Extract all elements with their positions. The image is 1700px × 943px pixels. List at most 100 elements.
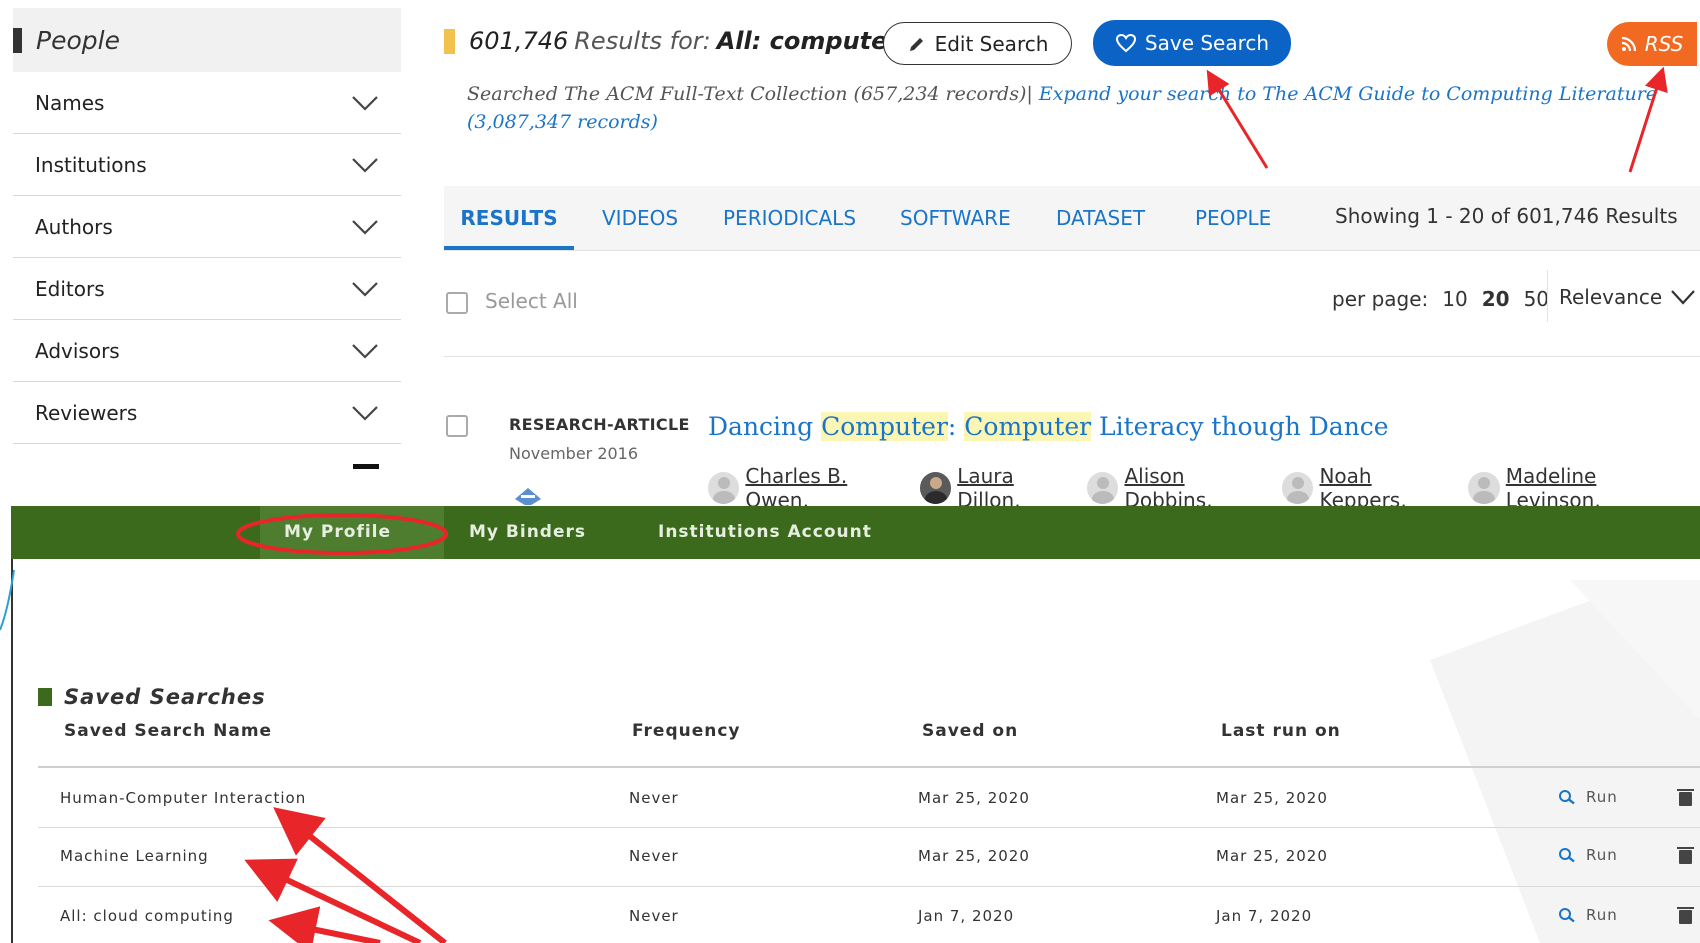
select-all-checkbox[interactable] (446, 292, 468, 314)
table-header-divider (38, 766, 1700, 768)
search-query: All: computer (716, 27, 900, 55)
saved-search-name[interactable]: Human-Computer Interaction (60, 789, 306, 807)
avatar (1468, 472, 1500, 504)
sidebar-item-label: Names (35, 90, 105, 115)
author-item[interactable]: Madeline Levinson, (1468, 464, 1694, 512)
tab-people[interactable]: PEOPLE (1195, 186, 1271, 250)
people-sidebar: People Names Institutions Authors Editor… (13, 8, 401, 474)
list-divider (444, 356, 1700, 357)
run-label: Run (1586, 846, 1618, 864)
tab-videos[interactable]: VIDEOS (602, 186, 678, 250)
select-all-label[interactable]: Select All (485, 289, 578, 313)
saved-searches-heading: Saved Searches (38, 685, 266, 709)
per-page-option-50[interactable]: 50 (1524, 287, 1549, 311)
article-checkbox[interactable] (446, 415, 468, 437)
saved-searches-title: Saved Searches (64, 685, 266, 709)
title-highlight: Computer (821, 412, 948, 441)
edit-search-button[interactable]: Edit Search (883, 22, 1072, 65)
chevron-down-icon (352, 157, 378, 173)
nav-my-profile[interactable]: My Profile (284, 522, 391, 542)
author-item[interactable]: Laura Dillon, (919, 464, 1081, 512)
author-name: Madeline Levinson, (1505, 464, 1601, 512)
sidebar-item-label: Authors (35, 214, 113, 239)
showing-count: Showing 1 - 20 of 601,746 Results (1335, 204, 1678, 228)
col-header-saved-on: Saved on (922, 721, 1019, 741)
search-icon (1559, 908, 1575, 923)
saved-search-frequency: Never (629, 789, 679, 807)
title-highlight: Computer (964, 412, 1092, 441)
saved-search-saved-on: Jan 7, 2020 (918, 907, 1015, 925)
sidebar-item-label: Advisors (35, 338, 120, 363)
avatar (919, 472, 952, 504)
chevron-down-icon (352, 95, 378, 111)
author-name: Noah Keppers, (1319, 464, 1407, 512)
sidebar-heading-label: People (36, 25, 120, 55)
sidebar-item-institutions[interactable]: Institutions (13, 134, 401, 196)
nav-my-binders[interactable]: My Binders (469, 522, 586, 542)
author-item[interactable]: Noah Keppers, (1282, 464, 1462, 512)
trash-icon[interactable] (1677, 789, 1694, 806)
summary-accent-bar (444, 28, 455, 54)
saved-search-name[interactable]: Machine Learning (60, 847, 209, 865)
search-icon (1559, 790, 1575, 805)
col-header-last-run: Last run on (1221, 721, 1341, 741)
rss-label: RSS (1644, 32, 1684, 56)
saved-search-saved-on: Mar 25, 2020 (918, 847, 1030, 865)
saved-search-frequency: Never (629, 907, 679, 925)
searched-prefix: Searched The ACM Full-Text Collection (6… (467, 83, 1033, 105)
per-page-option-10[interactable]: 10 (1442, 287, 1467, 311)
sidebar-item-names[interactable]: Names (13, 72, 401, 134)
author-list: Charles B. Owen, Laura Dillon, Alison Do… (708, 464, 1700, 512)
tab-results[interactable]: RESULTS (444, 186, 574, 250)
avatar (1282, 472, 1314, 504)
author-item[interactable]: Charles B. Owen, (708, 464, 914, 512)
chevron-down-icon (352, 281, 378, 297)
searched-collection-note: Searched The ACM Full-Text Collection (6… (467, 80, 1667, 136)
author-name: Charles B. Owen, (745, 464, 848, 512)
sidebar-item-advisors[interactable]: Advisors (13, 320, 401, 382)
rss-button[interactable]: RSS (1607, 22, 1697, 66)
collapse-handle[interactable] (353, 464, 379, 469)
sidebar-item-authors[interactable]: Authors (13, 196, 401, 258)
results-for-label: Results for: (574, 27, 711, 55)
avatar (708, 472, 740, 504)
saved-search-name[interactable]: All: cloud computing (60, 907, 234, 925)
open-access-icon (515, 488, 541, 505)
save-search-button[interactable]: Save Search (1093, 20, 1291, 66)
sort-divider (1547, 270, 1548, 322)
trash-icon[interactable] (1677, 847, 1694, 864)
per-page-control: per page: 10 20 50 (1332, 287, 1549, 311)
tab-periodicals[interactable]: PERIODICALS (723, 186, 856, 250)
rss-icon (1621, 36, 1636, 52)
per-page-label: per page: (1332, 287, 1429, 311)
per-page-option-20[interactable]: 20 (1482, 287, 1510, 311)
search-icon (1559, 848, 1575, 863)
run-label: Run (1586, 906, 1618, 924)
trash-icon[interactable] (1677, 907, 1694, 924)
sidebar-item-label: Reviewers (35, 400, 138, 425)
article-title-link[interactable]: Dancing Computer: Computer Literacy thou… (708, 412, 1389, 441)
heading-marker (38, 688, 52, 706)
author-name: Alison Dobbins, (1124, 464, 1213, 512)
run-button[interactable]: Run (1558, 906, 1618, 924)
title-part: : (947, 412, 965, 441)
tab-software[interactable]: SOFTWARE (900, 186, 1011, 250)
title-part: Literacy though Dance (1091, 412, 1389, 441)
author-item[interactable]: Alison Dobbins, (1087, 464, 1276, 512)
edit-search-label: Edit Search (934, 31, 1049, 56)
run-button[interactable]: Run (1558, 846, 1618, 864)
sort-dropdown[interactable]: Relevance (1559, 285, 1696, 309)
pencil-icon (909, 37, 923, 51)
sidebar-tail (13, 444, 401, 472)
tab-dataset[interactable]: DATASET (1056, 186, 1145, 250)
sidebar-item-editors[interactable]: Editors (13, 258, 401, 320)
saved-search-last-run: Jan 7, 2020 (1216, 907, 1313, 925)
run-button[interactable]: Run (1558, 788, 1618, 806)
saved-search-last-run: Mar 25, 2020 (1216, 847, 1328, 865)
col-header-name: Saved Search Name (64, 721, 273, 741)
sidebar-item-label: Editors (35, 276, 105, 301)
sidebar-item-reviewers[interactable]: Reviewers (13, 382, 401, 444)
avatar (1087, 472, 1119, 504)
nav-institutions-account[interactable]: Institutions Account (658, 522, 872, 542)
col-header-frequency: Frequency (632, 721, 741, 741)
